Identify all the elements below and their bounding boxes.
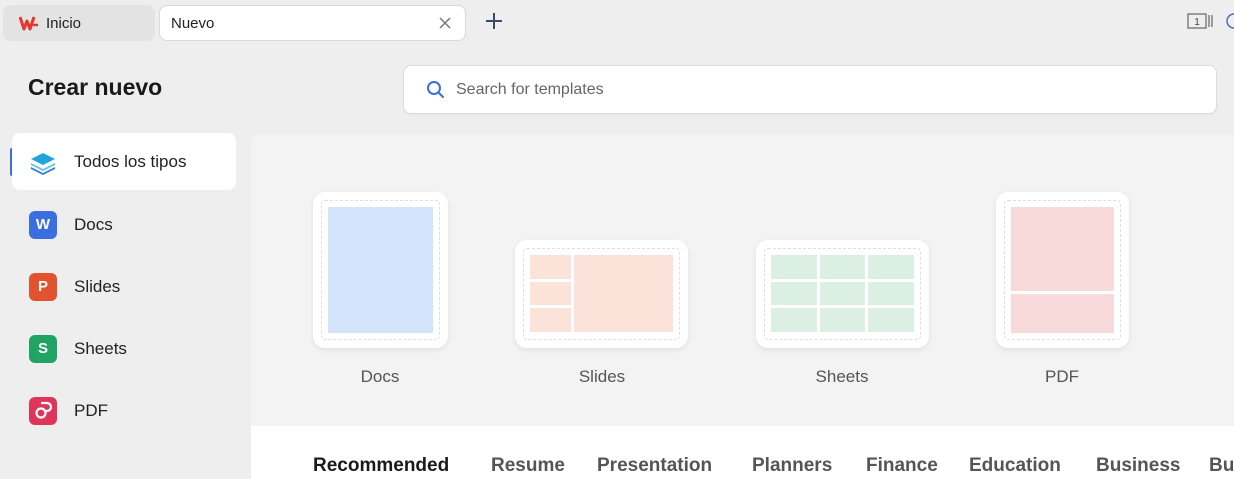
slides-preview-thumb-3 bbox=[530, 308, 571, 332]
category-finance[interactable]: Finance bbox=[866, 455, 938, 477]
category-more[interactable]: Bu bbox=[1209, 455, 1234, 477]
category-resume[interactable]: Resume bbox=[491, 455, 565, 477]
sheets-icon-letter: S bbox=[37, 340, 48, 357]
sidebar-item-slides[interactable]: P Slides bbox=[12, 258, 236, 315]
sidebar-item-pdf[interactable]: PDF bbox=[12, 382, 236, 439]
sidebar-item-label: Todos los tipos bbox=[74, 151, 187, 171]
pdf-preview-bottom bbox=[1011, 294, 1114, 333]
docs-icon: W bbox=[29, 210, 57, 239]
pdf-preview-top bbox=[1011, 207, 1114, 291]
card-pdf-frame bbox=[1004, 200, 1121, 340]
card-pdf-label: PDF bbox=[1045, 367, 1079, 386]
category-planners[interactable]: Planners bbox=[752, 455, 832, 477]
docs-icon-letter: W bbox=[35, 216, 51, 233]
sidebar-item-sheets[interactable]: S Sheets bbox=[12, 320, 236, 377]
card-sheets-frame bbox=[764, 248, 921, 340]
category-business[interactable]: Business bbox=[1096, 455, 1180, 477]
close-icon[interactable] bbox=[437, 15, 453, 31]
search-input[interactable] bbox=[456, 80, 1156, 99]
slides-preview-thumb-2 bbox=[530, 282, 571, 305]
sheets-preview-grid bbox=[771, 255, 914, 332]
card-docs-label: Docs bbox=[360, 367, 400, 386]
card-sheets[interactable] bbox=[756, 240, 929, 348]
category-education[interactable]: Education bbox=[969, 455, 1061, 477]
docs-preview bbox=[328, 207, 433, 333]
sidebar-item-label: Sheets bbox=[74, 338, 127, 358]
tab-nuevo-label: Nuevo bbox=[171, 14, 215, 32]
card-slides-label: Slides bbox=[578, 367, 626, 386]
sidebar-item-label: Slides bbox=[74, 276, 121, 296]
page-indicator-text: 1 bbox=[1194, 17, 1200, 28]
card-docs[interactable] bbox=[313, 192, 448, 348]
slides-preview-main bbox=[574, 255, 673, 332]
wps-logo-icon bbox=[19, 16, 38, 31]
card-slides-frame bbox=[523, 248, 680, 340]
tab-nuevo[interactable]: Nuevo bbox=[159, 5, 466, 41]
sidebar-item-label: PDF bbox=[74, 400, 108, 420]
card-docs-frame bbox=[321, 200, 440, 340]
pdf-icon bbox=[29, 396, 57, 425]
tab-inicio-label: Inicio bbox=[46, 14, 82, 32]
category-presentation[interactable]: Presentation bbox=[597, 455, 712, 477]
search-bar[interactable] bbox=[403, 65, 1217, 114]
sidebar-item-label: Docs bbox=[74, 214, 113, 234]
sheets-icon: S bbox=[29, 334, 57, 363]
search-icon bbox=[427, 81, 444, 98]
page-indicator-icon[interactable]: 1 bbox=[1187, 12, 1213, 30]
page-title: Crear nuevo bbox=[28, 74, 163, 100]
slides-icon-letter: P bbox=[37, 278, 48, 295]
sidebar-item-todos[interactable]: Todos los tipos bbox=[12, 133, 236, 190]
sidebar-item-docs[interactable]: W Docs bbox=[12, 196, 236, 253]
card-slides[interactable] bbox=[515, 240, 688, 348]
card-sheets-label: Sheets bbox=[815, 367, 869, 386]
slides-icon: P bbox=[29, 272, 57, 301]
card-pdf[interactable] bbox=[996, 192, 1129, 348]
category-recommended[interactable]: Recommended bbox=[313, 455, 449, 477]
globe-icon[interactable] bbox=[1226, 12, 1234, 30]
add-tab-icon[interactable] bbox=[484, 11, 504, 31]
tab-inicio[interactable]: Inicio bbox=[3, 5, 155, 41]
slides-preview-thumb-1 bbox=[530, 255, 571, 279]
layers-icon bbox=[29, 148, 57, 176]
